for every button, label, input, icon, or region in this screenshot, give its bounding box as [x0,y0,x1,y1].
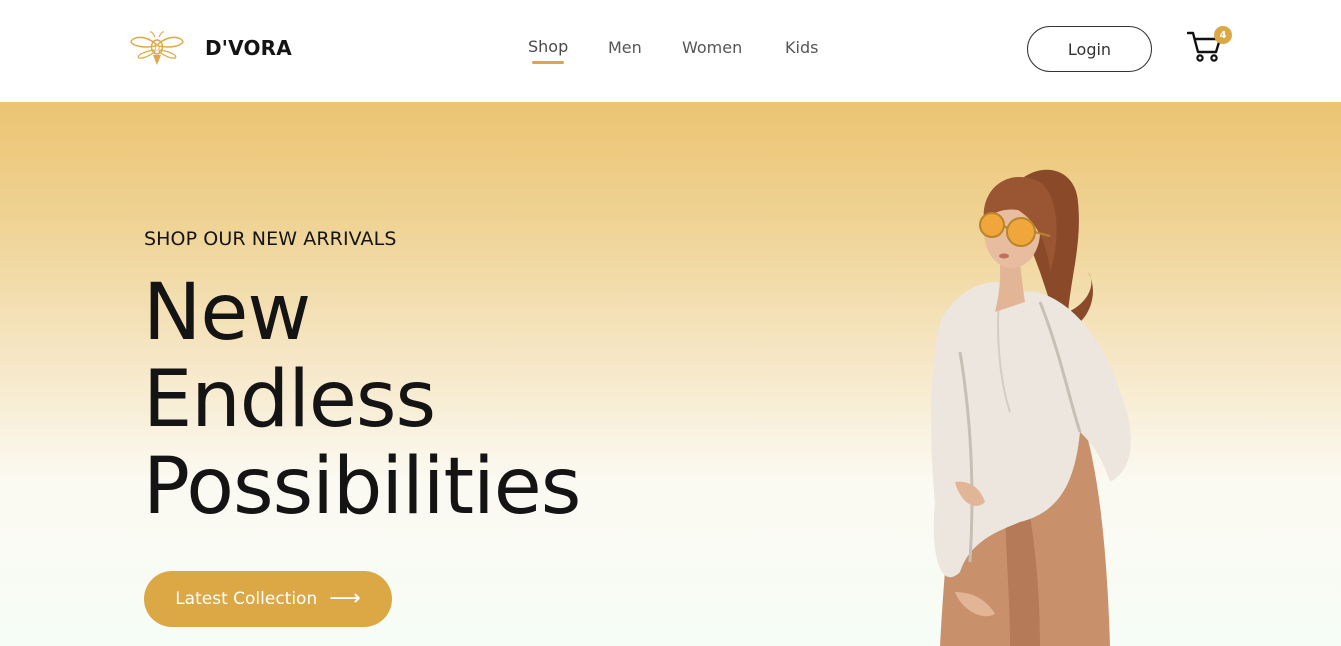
hero-headline: New Endless Possibilities [143,268,581,532]
svg-text:D: D [154,44,160,53]
nav-item-shop[interactable]: Shop [528,37,568,56]
arrow-right-icon: ⟶ [329,586,361,611]
cart-count-badge: 4 [1214,26,1232,44]
page: D D'VORA Shop Men Women Kids Login 4 SHO… [0,0,1341,646]
hero-kicker: SHOP OUR NEW ARRIVALS [144,228,397,250]
cta-label: Latest Collection [175,589,318,609]
hero-model-image [931,169,1131,646]
logo[interactable]: D D'VORA [130,28,292,68]
nav-item-women[interactable]: Women [682,38,742,57]
nav-active-indicator [532,61,564,64]
login-button[interactable]: Login [1027,26,1152,72]
hero-banner: SHOP OUR NEW ARRIVALS New Endless Possib… [0,102,1341,646]
brand-name: D'VORA [205,36,292,60]
nav-item-men[interactable]: Men [608,38,642,57]
headline-line-3: Possibilities [143,442,581,532]
headline-line-2: Endless [143,355,436,445]
cart-button[interactable]: 4 [1187,26,1235,66]
site-header: D D'VORA Shop Men Women Kids Login 4 [0,0,1341,102]
headline-line-1: New [143,268,311,358]
bee-logo-icon: D [130,31,184,65]
nav-item-kids[interactable]: Kids [785,38,818,57]
latest-collection-button[interactable]: Latest Collection ⟶ [144,571,392,627]
